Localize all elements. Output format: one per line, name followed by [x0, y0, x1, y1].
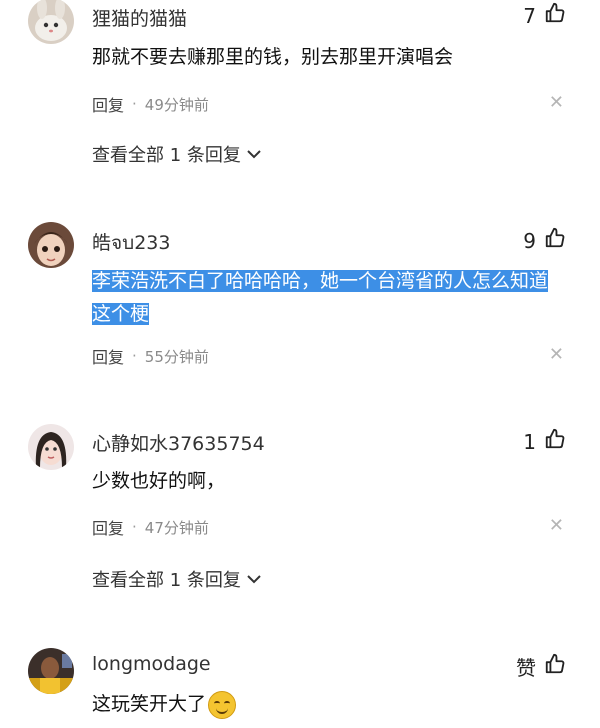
thumbs-up-icon [544, 428, 566, 455]
close-icon[interactable]: ✕ [549, 515, 564, 536]
comment-meta: 回复 · 55分钟前 [92, 344, 209, 368]
username[interactable]: 狸猫的猫猫 [92, 4, 187, 31]
comment-text: 那就不要去赚那里的钱，别去那里开演唱会 [92, 46, 454, 68]
close-icon[interactable]: ✕ [549, 344, 564, 365]
view-all-replies[interactable]: 查看全部 1 条回复 [92, 566, 261, 592]
reply-button[interactable]: 回复 [92, 92, 124, 116]
view-all-replies[interactable]: 查看全部 1 条回复 [92, 141, 261, 167]
avatar[interactable] [28, 648, 74, 694]
like-count: 7 [523, 3, 536, 28]
timestamp: 47分钟前 [144, 518, 209, 537]
comment-text: 少数也好的啊， [92, 470, 226, 492]
like-count: 1 [523, 429, 536, 454]
thumbs-up-icon [544, 2, 566, 29]
thumbs-up-icon [544, 227, 566, 254]
thumbs-up-icon [544, 653, 566, 680]
close-icon[interactable]: ✕ [549, 92, 564, 113]
smile-emoji-icon [208, 690, 237, 719]
like-button[interactable]: 7 [523, 2, 566, 29]
avatar[interactable] [28, 424, 74, 470]
like-button[interactable]: 9 [523, 227, 566, 254]
username[interactable]: longmodage [92, 653, 211, 675]
comment-meta: 回复 · 47分钟前 [92, 515, 209, 539]
chevron-down-icon [247, 575, 261, 584]
timestamp: 55分钟前 [144, 347, 209, 366]
like-count: 9 [523, 228, 536, 253]
comment-meta: 回复 · 49分钟前 [92, 92, 209, 116]
avatar[interactable] [28, 0, 74, 44]
reply-button[interactable]: 回复 [92, 344, 124, 368]
selected-text: 李荣浩洗不白了哈哈哈哈，她一个台湾省的人怎么知道这个梗 [92, 270, 549, 325]
username[interactable]: 皓จบ233 [92, 228, 170, 258]
like-button[interactable]: 1 [523, 428, 566, 455]
comment-text: 这玩笑开大了 [92, 688, 562, 721]
like-button[interactable]: 赞 [516, 652, 566, 681]
chevron-down-icon [247, 150, 261, 159]
comment-text: 李荣浩洗不白了哈哈哈哈，她一个台湾省的人怎么知道这个梗 [92, 265, 564, 331]
avatar[interactable] [28, 222, 74, 268]
reply-button[interactable]: 回复 [92, 515, 124, 539]
username[interactable]: 心静如水37635754 [92, 429, 265, 456]
timestamp: 49分钟前 [144, 95, 209, 114]
like-count: 赞 [516, 656, 536, 680]
